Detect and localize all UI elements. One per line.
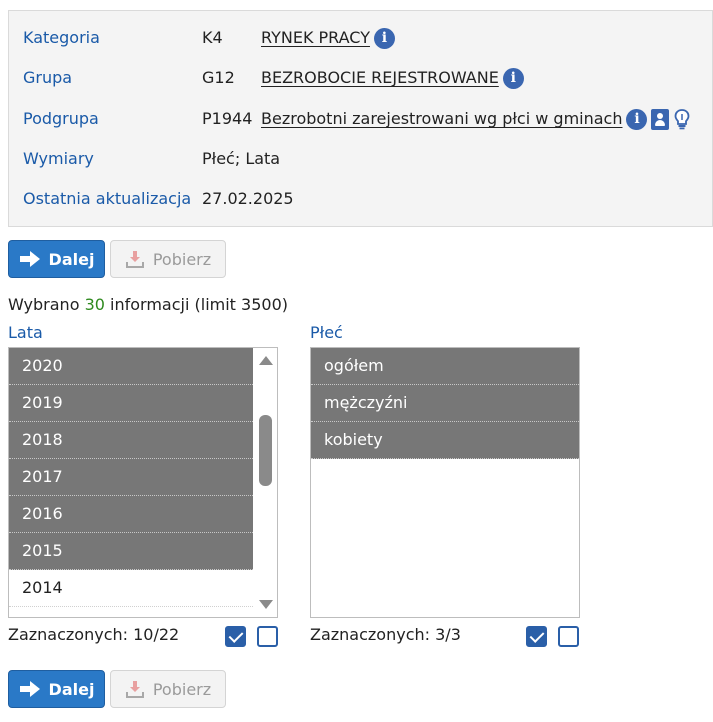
next-button-label: Dalej <box>48 679 95 699</box>
list-item[interactable]: 2016 <box>9 496 255 533</box>
download-button-label: Pobierz <box>152 249 212 269</box>
meta-value: Bezrobotni zarejestrowani wg płci w gmin… <box>261 107 691 131</box>
download-button-top[interactable]: Pobierz <box>110 240 226 278</box>
list-item[interactable]: 2017 <box>9 459 255 496</box>
selection-summary: Wybrano 30 informacji (limit 3500) <box>8 294 288 316</box>
download-button-bottom[interactable]: Pobierz <box>110 670 226 708</box>
metadata-panel: Kategoria K4 RYNEK PRACY i Grupa G12 BEZ… <box>8 10 713 227</box>
meta-key: Podgrupa <box>23 109 99 128</box>
lata-selected-count: Zaznaczonych: 10/22 <box>8 625 180 644</box>
lata-select-all-checkbox[interactable] <box>225 626 246 647</box>
list-item[interactable]: 2013 <box>9 607 255 617</box>
scroll-up-icon[interactable] <box>259 356 273 365</box>
arrow-right-icon <box>19 681 40 697</box>
scroll-thumb[interactable] <box>259 415 272 486</box>
download-icon <box>125 251 144 268</box>
list-item[interactable]: 2019 <box>9 385 255 422</box>
summary-prefix: Wybrano <box>8 295 80 314</box>
plec-selected-count: Zaznaczonych: 3/3 <box>310 625 461 644</box>
meta-value: RYNEK PRACY i <box>261 26 395 50</box>
plec-listbox[interactable]: ogółem mężczyźni kobiety <box>310 347 580 618</box>
list-item[interactable]: 2018 <box>9 422 255 459</box>
meta-value: Płeć; Lata <box>202 149 281 168</box>
next-button-bottom[interactable]: Dalej <box>8 670 105 708</box>
meta-key: Kategoria <box>23 28 100 47</box>
meta-key: Wymiary <box>23 149 94 168</box>
list-item[interactable]: mężczyźni <box>311 385 579 422</box>
summary-suffix: informacji (limit 3500) <box>110 295 288 314</box>
lata-items: 2020 2019 2018 2017 2016 2015 2014 2013 <box>9 348 255 617</box>
lata-title: Lata <box>8 323 43 342</box>
next-button-label: Dalej <box>48 249 95 269</box>
lata-listbox[interactable]: 2020 2019 2018 2017 2016 2015 2014 2013 <box>8 347 278 618</box>
meta-code: G12 <box>202 68 235 87</box>
meta-key: Ostatnia aktualizacja <box>23 189 192 208</box>
meta-value: 27.02.2025 <box>202 189 294 208</box>
download-button-label: Pobierz <box>152 679 212 699</box>
meta-code: P1944 <box>202 109 253 128</box>
meta-code: K4 <box>202 28 223 47</box>
lata-scrollbar[interactable] <box>253 348 277 617</box>
list-item[interactable]: kobiety <box>311 422 579 459</box>
grupa-link[interactable]: BEZROBOCIE REJESTROWANE <box>261 66 499 90</box>
scroll-down-icon[interactable] <box>259 600 273 609</box>
next-button-top[interactable]: Dalej <box>8 240 105 278</box>
list-item[interactable]: 2014 <box>9 570 255 607</box>
list-item[interactable]: 2015 <box>9 533 255 570</box>
info-icon[interactable]: i <box>373 27 395 49</box>
podgrupa-link[interactable]: Bezrobotni zarejestrowani wg płci w gmin… <box>261 107 622 131</box>
plec-deselect-all-checkbox[interactable] <box>558 626 579 647</box>
list-item[interactable]: ogółem <box>311 348 579 385</box>
contact-card-icon[interactable] <box>651 108 670 130</box>
lata-deselect-all-checkbox[interactable] <box>257 626 278 647</box>
summary-count: 30 <box>84 295 105 314</box>
download-icon <box>125 681 144 698</box>
lightbulb-icon[interactable] <box>673 108 691 130</box>
plec-title: Płeć <box>310 323 343 342</box>
kategoria-link[interactable]: RYNEK PRACY <box>261 26 370 50</box>
plec-select-all-checkbox[interactable] <box>526 626 547 647</box>
list-item[interactable]: 2020 <box>9 348 255 385</box>
arrow-right-icon <box>19 251 40 267</box>
meta-key: Grupa <box>23 68 73 87</box>
meta-value: BEZROBOCIE REJESTROWANE i <box>261 66 524 90</box>
info-icon[interactable]: i <box>626 108 648 130</box>
info-icon[interactable]: i <box>502 67 524 89</box>
